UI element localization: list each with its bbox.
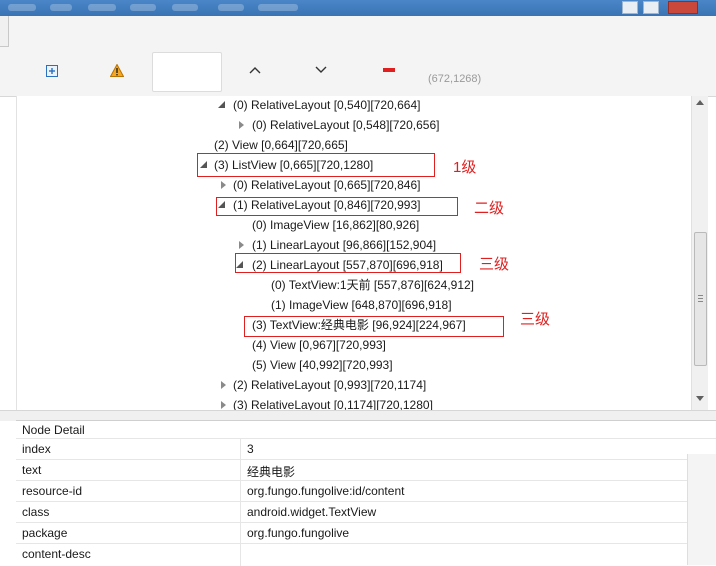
tree-node[interactable]: (5) View [40,992][720,993]: [252, 356, 393, 374]
warning-icon[interactable]: [104, 57, 130, 83]
detail-value: 经典电影: [247, 465, 296, 479]
scroll-down-arrow-icon[interactable]: [696, 396, 704, 401]
grip-line: [698, 301, 703, 302]
tree-node[interactable]: (0) TextView:1天前 [557,876][624,912]: [271, 276, 474, 294]
close-button[interactable]: [668, 1, 698, 14]
tree-node[interactable]: (0) RelativeLayout [0,540][720,664]: [233, 96, 420, 114]
annotation-label: 1级: [453, 159, 477, 176]
menu-item-ghost[interactable]: [258, 4, 298, 11]
tree-node[interactable]: (3) RelativeLayout [0,1174][720,1280]: [233, 396, 433, 410]
minimize-button[interactable]: [622, 1, 638, 14]
annotation-box-level1: [197, 153, 435, 177]
chevron-down-icon[interactable]: [308, 57, 334, 83]
collapse-icon[interactable]: [376, 57, 402, 83]
toolbar: (672,1268): [0, 16, 716, 97]
annotation-label: 三级: [520, 311, 551, 328]
tree-node[interactable]: (0) RelativeLayout [0,548][720,656]: [252, 116, 439, 134]
screenshot-thumbnail[interactable]: [152, 52, 222, 92]
collapsed-arrow-icon[interactable]: [239, 121, 244, 129]
detail-key: content-desc: [22, 547, 91, 561]
detail-scrollbar[interactable]: [687, 454, 716, 565]
detail-key: resource-id: [22, 484, 83, 498]
annotation-box-level3-b: [244, 316, 504, 337]
node-detail-title: Node Detail: [22, 423, 85, 437]
collapsed-arrow-icon[interactable]: [221, 401, 226, 409]
detail-row[interactable]: index 3: [16, 438, 716, 460]
annotation-label: 三级: [479, 256, 510, 273]
menu-bar: [0, 0, 716, 16]
detail-key: package: [22, 526, 68, 540]
chevron-up-icon[interactable]: [242, 57, 268, 83]
annotation-box-level3: [235, 253, 461, 273]
collapsed-arrow-icon[interactable]: [221, 181, 226, 189]
collapsed-arrow-icon[interactable]: [221, 381, 226, 389]
menu-item-ghost[interactable]: [88, 4, 116, 11]
detail-value: org.fungo.fungolive: [247, 526, 350, 540]
tree-node[interactable]: (2) View [0,664][720,665]: [214, 136, 348, 154]
menu-item-ghost[interactable]: [8, 4, 36, 11]
detail-row[interactable]: resource-id org.fungo.fungolive:id/conte…: [16, 480, 716, 502]
tree-node[interactable]: (0) RelativeLayout [0,665][720,846]: [233, 176, 420, 194]
expand-all-icon[interactable]: [39, 58, 65, 84]
tree-node[interactable]: (0) ImageView [16,862][80,926]: [252, 216, 419, 234]
scroll-up-arrow-icon[interactable]: [696, 100, 704, 105]
detail-key: text: [22, 463, 42, 477]
menu-item-ghost[interactable]: [218, 4, 244, 11]
coordinate-readout: (672,1268): [428, 73, 482, 85]
node-detail-panel: Node Detail index 3 text 经典电影 resource-i…: [16, 420, 716, 566]
tree-node[interactable]: (1) ImageView [648,870][696,918]: [271, 296, 452, 314]
hierarchy-tree[interactable]: (0) RelativeLayout [0,540][720,664] (0) …: [16, 96, 692, 410]
tree-scrollbar[interactable]: [691, 96, 708, 410]
detail-value: 3: [247, 442, 254, 456]
collapsed-arrow-icon[interactable]: [239, 241, 244, 249]
left-panel-edge: [0, 16, 9, 47]
expanded-arrow-icon[interactable]: [218, 101, 225, 108]
menu-item-ghost[interactable]: [50, 4, 72, 11]
detail-row[interactable]: text 经典电影: [16, 459, 716, 481]
detail-value: org.fungo.fungolive:id/content: [247, 484, 405, 498]
grip-line: [698, 295, 703, 296]
menu-item-ghost[interactable]: [172, 4, 198, 11]
detail-row[interactable]: package org.fungo.fungolive: [16, 522, 716, 544]
maximize-button[interactable]: [643, 1, 659, 14]
menu-item-ghost[interactable]: [130, 4, 156, 11]
annotation-label: 二级: [474, 200, 505, 217]
grip-line: [698, 298, 703, 299]
tree-node[interactable]: (1) LinearLayout [96,866][152,904]: [252, 236, 436, 254]
detail-row[interactable]: class android.widget.TextView: [16, 501, 716, 523]
detail-key: class: [22, 505, 50, 519]
tree-node[interactable]: (4) View [0,967][720,993]: [252, 336, 386, 354]
annotation-box-level2: [216, 197, 458, 216]
detail-row[interactable]: content-desc: [16, 543, 716, 565]
detail-value: android.widget.TextView: [247, 505, 377, 519]
tree-node[interactable]: (2) RelativeLayout [0,993][720,1174]: [233, 376, 426, 394]
scrollbar-thumb[interactable]: [694, 232, 707, 366]
detail-key: index: [22, 442, 51, 456]
